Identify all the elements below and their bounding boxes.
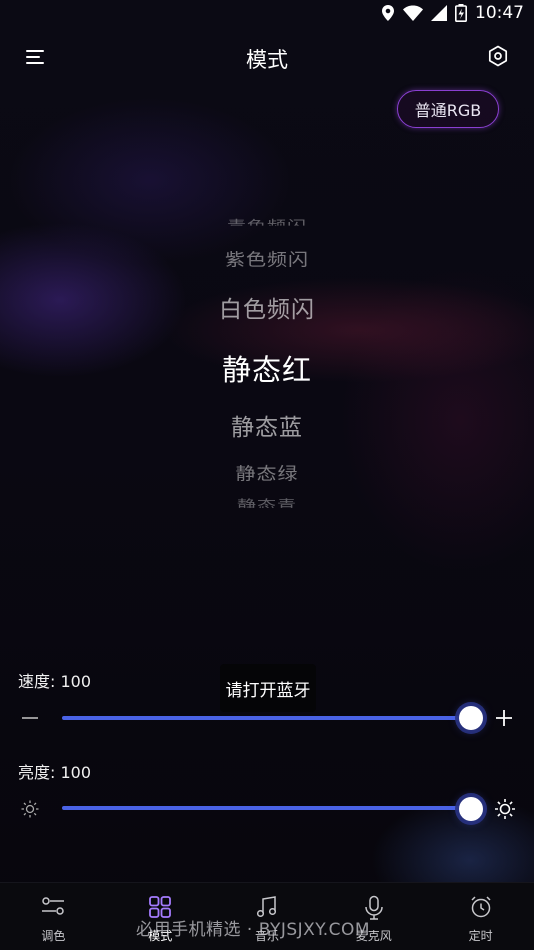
picker-item[interactable]: 静态青 [0, 498, 534, 508]
nav-tab-color[interactable]: 调色 [0, 883, 107, 950]
battery-icon [455, 4, 467, 22]
status-time: 10:47 [475, 3, 524, 23]
speed-slider-thumb[interactable] [459, 706, 483, 730]
brightness-high-icon[interactable] [494, 798, 516, 820]
settings-button[interactable] [486, 44, 510, 68]
brightness-label: 亮度: 100 [18, 763, 92, 782]
picker-item-selected[interactable]: 静态红 [0, 347, 534, 389]
picker-item[interactable]: 紫色频闪 [0, 246, 534, 271]
watermark: 必用手机精选 · BYJSJXY.COM [136, 920, 371, 940]
brightness-slider[interactable] [62, 806, 474, 810]
mode-picker[interactable]: 青色频闪 紫色频闪 白色频闪 静态红 静态蓝 静态绿 静态青 [0, 200, 534, 520]
bluetooth-toast: 请打开蓝牙 [220, 664, 316, 712]
wifi-icon [403, 5, 423, 21]
plus-icon[interactable] [494, 708, 514, 728]
signal-icon [431, 5, 447, 21]
speed-label: 速度: 100 [18, 672, 92, 691]
gear-icon [488, 45, 508, 67]
mode-type-chip[interactable]: 普通RGB [397, 90, 499, 128]
picker-item[interactable]: 静态绿 [0, 460, 534, 485]
nav-label: 调色 [41, 929, 66, 943]
location-icon [382, 5, 394, 21]
header: 模式 [0, 30, 534, 86]
picker-item[interactable]: 静态蓝 [0, 408, 534, 442]
nav-label: 定时 [468, 929, 493, 943]
alarm-clock-icon [471, 896, 491, 918]
toast-text: 请打开蓝牙 [225, 680, 311, 701]
minus-icon[interactable] [20, 708, 40, 728]
nav-tab-timer[interactable]: 定时 [427, 883, 534, 950]
brightness-low-icon[interactable] [20, 799, 40, 819]
picker-item[interactable]: 白色频闪 [0, 290, 534, 324]
status-bar: 10:47 [0, 0, 534, 26]
speed-slider[interactable] [62, 716, 474, 720]
page-title: 模式 [246, 48, 288, 72]
sliders-icon [42, 897, 65, 915]
picker-item[interactable]: 青色频闪 [0, 214, 534, 226]
brightness-slider-thumb[interactable] [459, 797, 483, 821]
